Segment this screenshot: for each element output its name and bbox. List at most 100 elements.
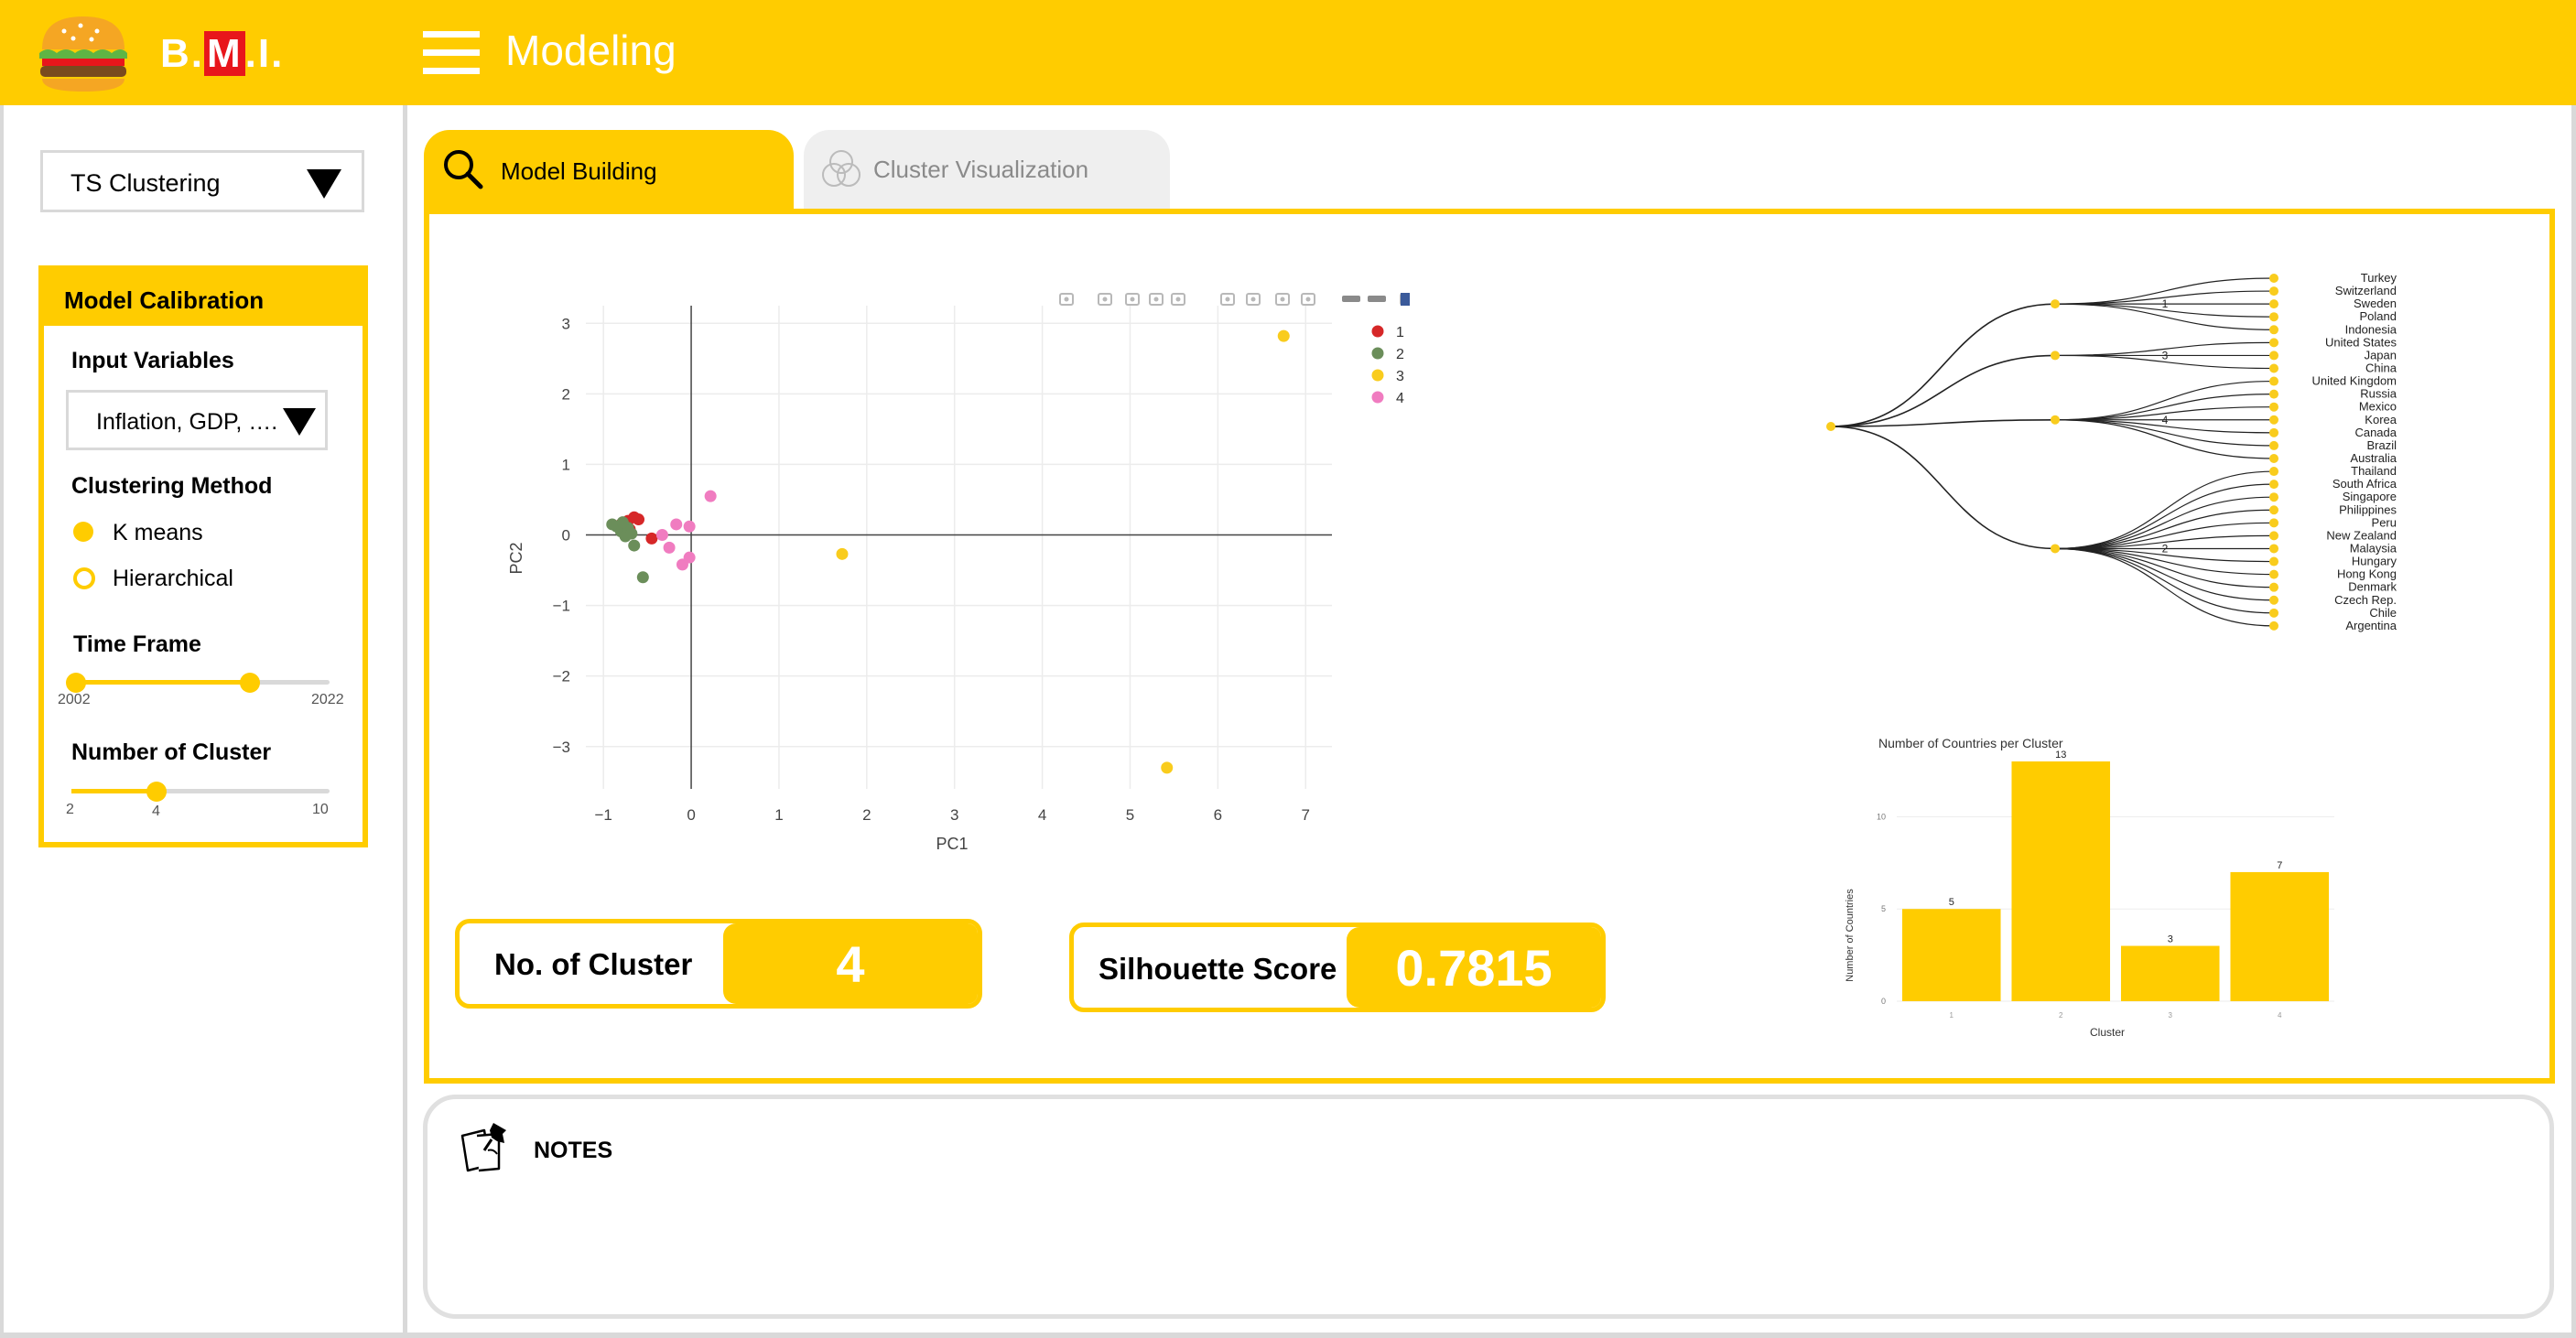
dendrogram-leaf-node bbox=[2269, 582, 2278, 592]
legend-label: 2 bbox=[1396, 347, 1404, 362]
dendrogram-cluster-label: 3 bbox=[2162, 349, 2169, 361]
cluster-count-label: No. of Cluster bbox=[494, 947, 693, 981]
scatter-x-tick-label: 6 bbox=[1214, 806, 1222, 824]
scatter-y-tick-label: −1 bbox=[553, 598, 570, 615]
dendrogram-node bbox=[2051, 299, 2060, 309]
bar-chart-title: Number of Countries per Cluster bbox=[1878, 736, 2063, 750]
dendrogram-branch bbox=[1830, 418, 2056, 427]
scatter-point[interactable] bbox=[670, 518, 683, 531]
cluster-slider-max-label: 10 bbox=[312, 802, 329, 817]
search-icon bbox=[444, 150, 483, 189]
bar-value-label: 3 bbox=[2168, 934, 2173, 945]
scatter-point[interactable] bbox=[1277, 329, 1290, 342]
scatter-point[interactable] bbox=[625, 527, 638, 540]
dendrogram-leaf-label: Thailand bbox=[2351, 464, 2397, 478]
scatter-x-tick-label: 0 bbox=[687, 806, 695, 824]
bar-y-tick-label: 10 bbox=[1877, 812, 1886, 821]
legend-label: 1 bbox=[1396, 325, 1404, 340]
scatter-point[interactable] bbox=[655, 529, 668, 542]
dendrogram-leaf-label: Korea bbox=[2365, 413, 2397, 426]
tab-cluster-visualization[interactable]: Cluster Visualization bbox=[804, 130, 1170, 210]
dendrogram-leaf-label: Russia bbox=[2360, 387, 2397, 401]
dendrogram-leaf-label: Singapore bbox=[2343, 490, 2397, 503]
module-select-value: TS Clustering bbox=[70, 169, 221, 197]
dendrogram-leaf-label: Switzerland bbox=[2335, 284, 2397, 297]
frame-border bbox=[0, 1333, 2576, 1338]
dendrogram-leaf-label: Philippines bbox=[2339, 502, 2397, 516]
legend-marker[interactable] bbox=[1371, 325, 1384, 338]
scatter-x-tick-label: 4 bbox=[1038, 806, 1046, 824]
dendrogram-branch bbox=[2054, 547, 2275, 627]
time-frame-label: Time Frame bbox=[73, 631, 201, 657]
radio-hierarchical[interactable] bbox=[73, 567, 95, 589]
dropdown-arrow-icon bbox=[307, 169, 341, 199]
dendrogram-leaf-label: South Africa bbox=[2332, 477, 2397, 491]
dendrogram-leaf-label: Sweden bbox=[2354, 297, 2397, 310]
hamburger-menu-icon[interactable] bbox=[423, 31, 480, 75]
cluster-dendrogram: 1 3 4 2 TurkeySwitzerlandSwedenPolandIndones… bbox=[1826, 271, 2397, 632]
legend-label: 3 bbox=[1396, 369, 1404, 384]
radio-hierarchical-label: Hierarchical bbox=[113, 566, 233, 591]
cluster-count-value: 4 bbox=[723, 923, 978, 1004]
dendrogram-cluster-label: 4 bbox=[2162, 414, 2169, 426]
legend-marker[interactable] bbox=[1371, 347, 1384, 360]
legend-marker[interactable] bbox=[1371, 369, 1384, 382]
scatter-point[interactable] bbox=[633, 513, 645, 526]
notes-title: NOTES bbox=[534, 1138, 613, 1163]
scatter-point[interactable] bbox=[645, 532, 658, 545]
scatter-point[interactable] bbox=[663, 541, 676, 554]
dendrogram-leaf-node bbox=[2269, 325, 2278, 335]
scatter-y-tick-label: −3 bbox=[553, 739, 570, 756]
scatter-point[interactable] bbox=[606, 518, 619, 531]
bar bbox=[2120, 945, 2220, 1001]
dendrogram-leaf-node bbox=[2269, 569, 2278, 579]
legend-marker[interactable] bbox=[1371, 391, 1384, 404]
scatter-y-tick-label: 0 bbox=[562, 527, 570, 545]
bar-y-axis-label: Number of Countries bbox=[1845, 889, 1856, 982]
dendrogram-leaf-node bbox=[2269, 363, 2278, 373]
pinned-note-icon bbox=[460, 1123, 506, 1172]
scatter-point[interactable] bbox=[836, 547, 849, 560]
dendrogram-branch bbox=[2054, 547, 2275, 601]
dendrogram-leaf-node bbox=[2269, 389, 2278, 399]
dendrogram-leaf-label: New Zealand bbox=[2326, 528, 2397, 542]
legend-label: 4 bbox=[1396, 391, 1404, 406]
pca-scatter-plot[interactable]: −1 0 1 2 3 4 5 6 7 −3 −2 −1 0 1 2 3 1 2 3 4 PC1 PC2 bbox=[494, 293, 1428, 860]
scatter-y-tick-label: 2 bbox=[562, 385, 570, 403]
notes-panel: NOTES bbox=[423, 1095, 2554, 1319]
dendrogram-leaf-node bbox=[2269, 453, 2278, 463]
bar bbox=[2011, 761, 2111, 1001]
dendrogram-leaf-node bbox=[2269, 556, 2278, 566]
bar-y-tick-label: 5 bbox=[1881, 904, 1886, 913]
scatter-point[interactable] bbox=[636, 571, 649, 584]
radio-kmeans[interactable] bbox=[73, 522, 93, 542]
model-calibration-panel: Model Calibration Input Variables Inflat… bbox=[38, 265, 368, 847]
scatter-point[interactable] bbox=[628, 539, 641, 552]
dendrogram-node bbox=[2051, 544, 2060, 554]
scatter-point[interactable] bbox=[1161, 761, 1174, 774]
frame-border bbox=[2571, 105, 2576, 1338]
dendrogram-leaf-node bbox=[2269, 338, 2278, 348]
module-select[interactable]: TS Clustering bbox=[40, 150, 364, 212]
dropdown-arrow-icon bbox=[283, 408, 316, 436]
dendrogram-node bbox=[2051, 351, 2060, 361]
scatter-point[interactable] bbox=[683, 551, 696, 564]
scatter-point[interactable] bbox=[704, 490, 717, 502]
cluster-count-kpi: No. of Cluster 4 bbox=[455, 919, 982, 1009]
scatter-point[interactable] bbox=[683, 520, 696, 533]
input-variables-select[interactable]: Inflation, GDP, …. bbox=[66, 390, 328, 450]
time-frame-end-handle[interactable] bbox=[240, 673, 260, 693]
scatter-point[interactable] bbox=[616, 516, 629, 529]
dendrogram-leaf-node bbox=[2269, 351, 2278, 361]
tab-model-building[interactable]: Model Building bbox=[424, 130, 794, 210]
dendrogram-branch bbox=[1830, 303, 2056, 427]
dendrogram-leaf-node bbox=[2269, 620, 2278, 631]
venn-icon bbox=[822, 150, 860, 187]
dendrogram-leaf-node bbox=[2269, 274, 2278, 283]
scatter-x-axis-label: PC1 bbox=[936, 835, 968, 853]
dendrogram-leaf-node bbox=[2269, 440, 2278, 450]
cluster-slider-handle[interactable] bbox=[146, 782, 167, 802]
app-logo-text: B.M.I. bbox=[160, 31, 285, 76]
tab-cluster-visualization-label: Cluster Visualization bbox=[873, 156, 1089, 183]
time-frame-start-handle[interactable] bbox=[66, 673, 86, 693]
